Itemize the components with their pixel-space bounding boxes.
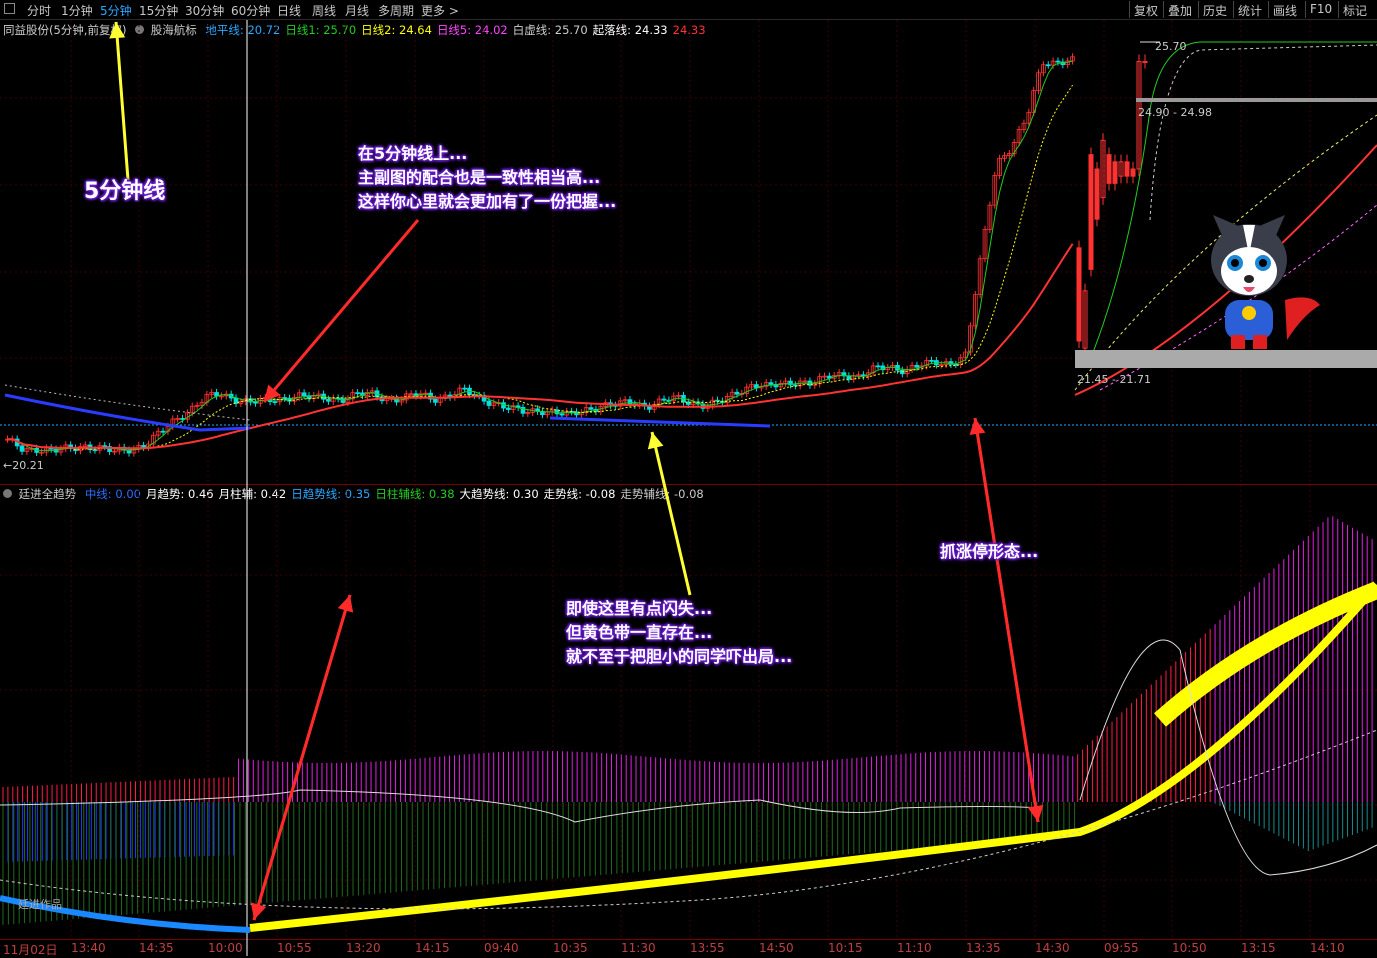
time-tick-label: 09:55 (1104, 941, 1139, 955)
time-tick-label: 14:35 (139, 941, 174, 955)
chart-canvas[interactable] (0, 0, 1377, 956)
candle-body (272, 401, 278, 404)
low-range-label: 21.45 - 21.71 (1077, 373, 1151, 386)
yellow-arrow-head (109, 22, 126, 39)
note2-line1: 即使这里有点闪失... (566, 599, 713, 618)
annotation-5min: 5分钟线 (84, 179, 166, 204)
time-tick-label: 10:55 (277, 941, 312, 955)
candle-body (559, 413, 565, 416)
candle-body (340, 398, 346, 403)
candle-body (486, 400, 492, 406)
time-tick-label: 10:50 (1172, 941, 1207, 955)
candle-body (301, 392, 307, 397)
note1-line2: 主副图的配合也是一致性相当高... (358, 168, 601, 187)
candle-body (1088, 154, 1094, 270)
candle-body (914, 364, 920, 368)
ma-green-line (7, 60, 1073, 451)
candle-body (1055, 60, 1061, 63)
husky-mascot-icon (1211, 215, 1320, 349)
red-arrow (262, 219, 420, 403)
candle-body (506, 407, 511, 410)
time-tick-label: 09:40 (484, 941, 519, 955)
candle-body (102, 445, 108, 448)
time-tick-label: 14:10 (1310, 941, 1345, 955)
candle-body (1124, 161, 1130, 177)
annotation-note3: 抓涨停形态... (940, 542, 1039, 561)
note1-line3: 这样你心里就会更加有了一份把握... (358, 192, 617, 211)
white-dash-line (1149, 44, 1377, 221)
left-low-label: ←20.21 (3, 459, 44, 472)
candle-body (661, 398, 667, 401)
candle-body (253, 401, 258, 404)
ma-red-line (7, 243, 1074, 450)
candle-body (768, 382, 774, 385)
candle-body (1076, 247, 1082, 342)
red-double-arrow-head (969, 418, 986, 436)
time-tick-label: 14:50 (759, 941, 794, 955)
time-tick-label: 13:15 (1241, 941, 1276, 955)
time-tick-label: 14:30 (1035, 941, 1070, 955)
time-tick-label: 11:10 (897, 941, 932, 955)
watermark: 廷进作品 (18, 898, 62, 911)
candle-body (141, 445, 146, 448)
red-double-arrow (252, 594, 352, 921)
candle-body (92, 449, 98, 452)
candle-body (326, 398, 331, 402)
candle-body (875, 365, 881, 368)
candle-body (734, 391, 740, 395)
time-tick-label: 13:40 (71, 941, 106, 955)
candle-body (1045, 64, 1051, 67)
time-tick-label: 14:15 (415, 941, 450, 955)
candle-body (929, 359, 934, 362)
note1-line1: 在5分钟线上... (358, 144, 468, 163)
candle-body (1112, 161, 1118, 184)
annotation-note1: 在5分钟线上... 主副图的配合也是一致性相当高... 这样你心里就会更加有了一… (358, 142, 616, 214)
note2-line2: 但黄色带一直存在... (566, 623, 713, 642)
yellow-trend-band (249, 582, 1377, 932)
candle-body (282, 397, 287, 399)
annotation-note2: 即使这里有点闪失... 但黄色带一直存在... 就不至于把胆小的同学吓出局... (566, 597, 792, 669)
candle-body (433, 398, 438, 403)
time-tick-label: 13:20 (346, 941, 381, 955)
yellow-arrow (650, 431, 692, 596)
red-double-arrow-head (337, 595, 354, 613)
candle-body (1094, 168, 1100, 220)
time-tick-label: 13:55 (690, 941, 725, 955)
ma-yellow-line (7, 84, 1074, 450)
yellow-arrow (114, 21, 130, 181)
limit-band (1136, 98, 1377, 102)
time-tick-label: 10:00 (208, 941, 243, 955)
left-low-value: 20.21 (12, 459, 44, 472)
high-price-label: 25.70 (1155, 40, 1187, 53)
candle-body (1106, 154, 1112, 184)
candle-body (160, 430, 166, 433)
candle-body (846, 375, 852, 380)
time-tick-label: 10:35 (553, 941, 588, 955)
candle-body (19, 445, 25, 452)
candle-body (355, 392, 360, 395)
time-tick-label: 11月02日 (3, 943, 58, 957)
candle-body (1130, 168, 1136, 177)
note2-line3: 就不至于把胆小的同学吓出局... (566, 647, 793, 666)
yellow-arrow-head (647, 432, 664, 450)
candle-body (627, 399, 633, 405)
candle-body (462, 387, 467, 390)
candle-body (588, 407, 594, 410)
candle-body (1142, 61, 1148, 63)
range-price-label: 24.90 - 24.98 (1138, 106, 1212, 119)
time-axis: 11月02日 13:40 14:35 10:00 10:55 13:20 14:15 09:4… (0, 940, 1377, 957)
time-tick-label: 13:35 (966, 941, 1001, 955)
time-tick-label: 10:15 (828, 941, 863, 955)
time-tick-label: 11:30 (621, 941, 656, 955)
